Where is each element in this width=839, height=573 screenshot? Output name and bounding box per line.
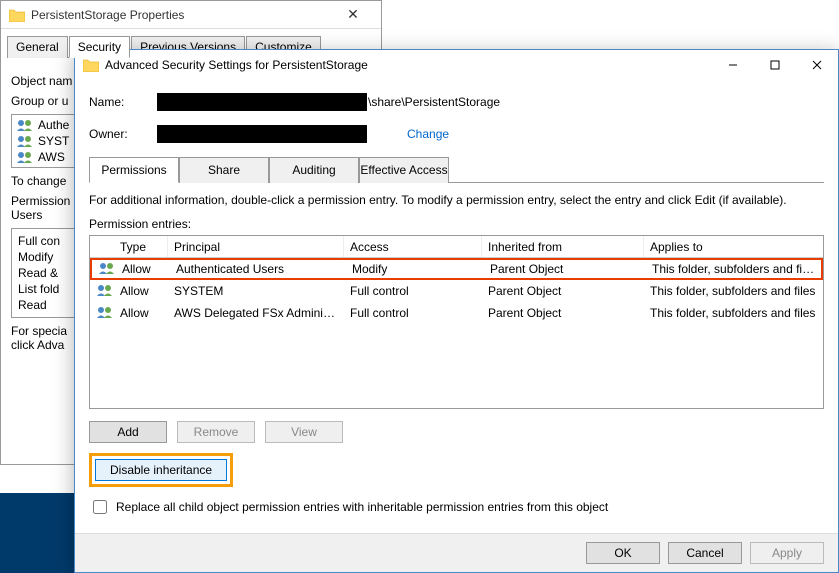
cell-type: Allow [116,262,170,276]
folder-icon [83,58,99,72]
cell-type: Allow [114,284,168,298]
change-owner-link[interactable]: Change [407,127,449,141]
advanced-security-dialog: Advanced Security Settings for Persisten… [74,49,839,573]
owner-label: Owner: [89,127,157,141]
table-header: Type Principal Access Inherited from App… [90,236,823,258]
add-button[interactable]: Add [89,421,167,443]
advanced-tabs: Permissions Share Auditing Effective Acc… [89,156,824,183]
cancel-button[interactable]: Cancel [668,542,742,564]
cell-inherited: Parent Object [482,306,644,320]
col-access[interactable]: Access [344,236,482,257]
dialog-footer: OK Cancel Apply [75,533,838,572]
replace-children-label: Replace all child object permission entr… [116,500,608,514]
cell-principal: AWS Delegated FSx Administr... [168,306,344,320]
users-icon [96,284,114,296]
cell-applies: This folder, subfolders and files [644,306,823,320]
properties-titlebar: PersistentStorage Properties ✕ [1,1,381,29]
permission-entries-table[interactable]: Type Principal Access Inherited from App… [89,235,824,409]
tab-effective-access[interactable]: Effective Access [359,157,449,183]
replace-children-row: Replace all child object permission entr… [89,497,824,517]
name-path: \share\PersistentStorage [368,95,500,109]
instructions-text: For additional information, double-click… [89,193,824,207]
properties-close-button[interactable]: ✕ [333,6,373,23]
cell-applies: This folder, subfolders and files [646,262,821,276]
users-icon [96,306,114,318]
table-row[interactable]: AllowAuthenticated UsersModifyParent Obj… [90,258,823,280]
cell-access: Full control [344,284,482,298]
permissions-panel: For additional information, double-click… [89,183,824,517]
cell-applies: This folder, subfolders and files [644,284,823,298]
entries-label: Permission entries: [89,217,824,231]
view-button: View [265,421,343,443]
close-button[interactable] [796,50,838,80]
apply-button: Apply [750,542,824,564]
cell-access: Full control [344,306,482,320]
cell-principal: SYSTEM [168,284,344,298]
owner-row: Owner: Change [89,124,824,144]
tab-security[interactable]: Security [69,36,130,58]
tab-auditing[interactable]: Auditing [269,157,359,183]
table-row[interactable]: AllowSYSTEMFull controlParent ObjectThis… [90,280,823,302]
remove-button: Remove [177,421,255,443]
cell-principal: Authenticated Users [170,262,346,276]
owner-redacted [157,125,367,143]
cell-type: Allow [114,306,168,320]
name-label: Name: [89,95,157,109]
properties-title: PersistentStorage Properties [31,8,333,22]
users-icon [16,151,34,163]
cell-inherited: Parent Object [484,262,646,276]
cell-access: Modify [346,262,484,276]
col-applies[interactable]: Applies to [644,236,823,257]
tab-permissions[interactable]: Permissions [89,157,179,183]
desktop-background [0,493,75,573]
entry-buttons: Add Remove View [89,421,824,443]
tab-share[interactable]: Share [179,157,269,183]
name-row: Name: \share\PersistentStorage [89,92,824,112]
col-type[interactable]: Type [114,236,168,257]
disable-inheritance-button[interactable]: Disable inheritance [95,459,227,481]
cell-inherited: Parent Object [482,284,644,298]
tab-general[interactable]: General [7,36,68,58]
users-icon [16,135,34,147]
maximize-button[interactable] [754,50,796,80]
users-icon [98,262,116,274]
users-icon [16,119,34,131]
replace-children-checkbox[interactable] [93,500,107,514]
advanced-title: Advanced Security Settings for Persisten… [105,58,712,72]
col-principal[interactable]: Principal [168,236,344,257]
col-inherited[interactable]: Inherited from [482,236,644,257]
minimize-button[interactable] [712,50,754,80]
folder-icon [9,8,25,22]
disable-inheritance-highlight: Disable inheritance [89,453,233,487]
table-row[interactable]: AllowAWS Delegated FSx Administr...Full … [90,302,823,324]
advanced-titlebar: Advanced Security Settings for Persisten… [75,50,838,80]
name-redacted [157,93,367,111]
ok-button[interactable]: OK [586,542,660,564]
